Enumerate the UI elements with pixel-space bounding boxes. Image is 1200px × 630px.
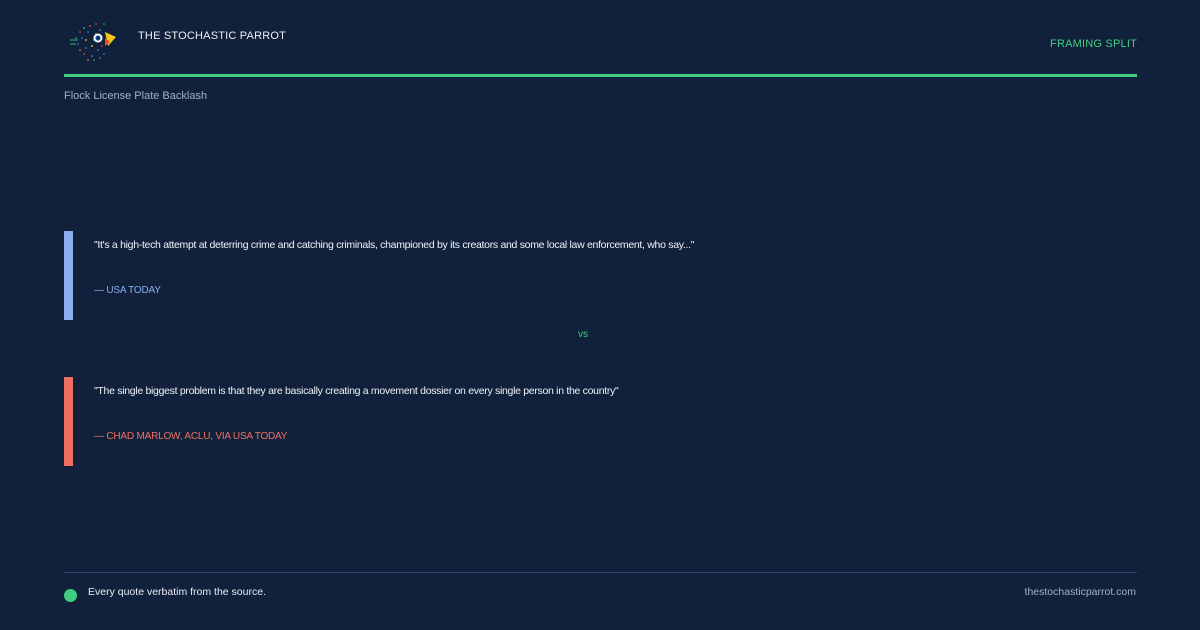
quote-source: — CHAD MARLOW, ACLU, VIA USA TODAY — [94, 431, 288, 442]
quote-card-1: "It's a high-tech attempt at deterring c… — [64, 231, 1137, 320]
brand-name: THE STOCHASTIC PARROT — [138, 30, 287, 42]
quote-text: "It's a high-tech attempt at deterring c… — [94, 239, 695, 251]
vs-divider: vs — [578, 329, 588, 340]
topic-title: Flock License Plate Backlash — [64, 90, 208, 102]
quote-card-2: "The single biggest problem is that they… — [64, 377, 1137, 466]
quote-accent-bar — [64, 231, 73, 320]
section-tag: FRAMING SPLIT — [1050, 38, 1137, 50]
footer-divider — [64, 572, 1137, 573]
parrot-logo-icon — [70, 23, 116, 61]
status-dot-icon — [64, 589, 77, 602]
footer-url[interactable]: thestochasticparrot.com — [1025, 586, 1136, 598]
quote-text: "The single biggest problem is that they… — [94, 385, 619, 397]
header-divider — [64, 74, 1137, 77]
quote-accent-bar — [64, 377, 73, 466]
quote-source: — USA TODAY — [94, 285, 161, 296]
footer-note: Every quote verbatim from the source. — [88, 586, 266, 598]
